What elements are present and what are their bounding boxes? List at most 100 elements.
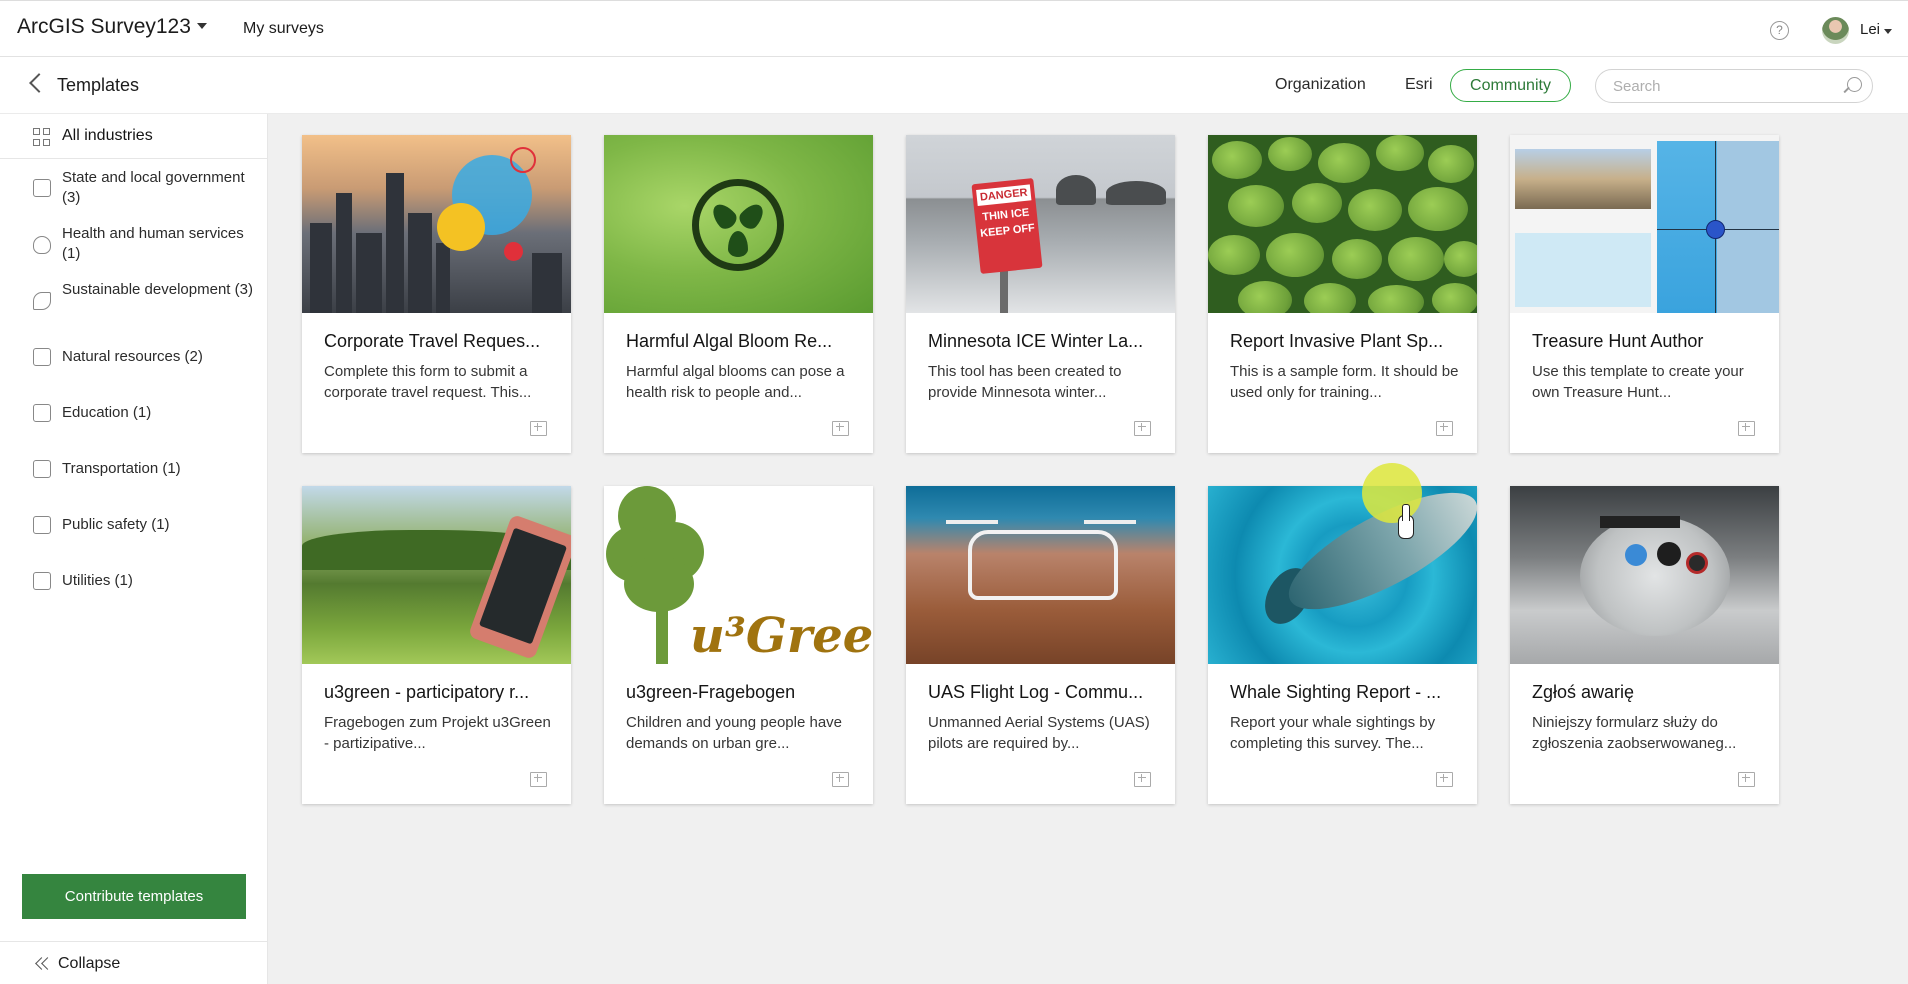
u3green-logo-text: u³Green bbox=[690, 608, 873, 664]
sidebar-item-sustainable-development[interactable]: Sustainable development (3) bbox=[0, 277, 268, 323]
collapse-sidebar-button[interactable]: Collapse bbox=[0, 941, 268, 984]
template-title[interactable]: Corporate Travel Reques... bbox=[324, 331, 554, 352]
mountain-icon bbox=[33, 348, 51, 366]
template-card-corporate-travel[interactable]: Corporate Travel Reques... Complete this… bbox=[302, 135, 571, 453]
template-description: Children and young people have demands o… bbox=[626, 714, 842, 752]
template-description: Use this template to create your own Tre… bbox=[1532, 363, 1744, 401]
template-thumbnail[interactable] bbox=[906, 486, 1175, 664]
template-title[interactable]: u3green-Fragebogen bbox=[626, 682, 856, 703]
filter-esri[interactable]: Esri bbox=[1405, 76, 1433, 94]
template-card-whale-sighting[interactable]: Whale Sighting Report - ... Report your … bbox=[1208, 486, 1477, 804]
page-title: Templates bbox=[57, 75, 140, 95]
template-thumbnail[interactable] bbox=[1208, 135, 1477, 313]
use-template-icon[interactable] bbox=[1738, 421, 1755, 436]
sidebar-item-label: All industries bbox=[62, 127, 153, 144]
user-menu-caret-icon[interactable] bbox=[1884, 29, 1892, 34]
contribute-templates-button[interactable]: Contribute templates bbox=[22, 874, 246, 919]
template-thumbnail[interactable] bbox=[1510, 135, 1779, 313]
template-description: Fragebogen zum Projekt u3Green - partizi… bbox=[324, 714, 551, 752]
industry-sidebar: All industries State and local governmen… bbox=[0, 114, 268, 984]
template-description: This is a sample form. It should be used… bbox=[1230, 363, 1459, 401]
template-thumbnail[interactable] bbox=[1208, 486, 1477, 664]
template-title[interactable]: UAS Flight Log - Commu... bbox=[928, 682, 1158, 703]
template-description: Harmful algal blooms can pose a health r… bbox=[626, 363, 845, 401]
sidebar-item-utilities[interactable]: Utilities (1) bbox=[0, 564, 268, 598]
sign-warning-text: THIN ICE KEEP OFF bbox=[979, 206, 1036, 240]
search-input[interactable] bbox=[1595, 69, 1873, 103]
template-card-zglos-awarie[interactable]: Zgłoś awarię Niniejszy formularz służy d… bbox=[1510, 486, 1779, 804]
sidebar-item-all-industries[interactable]: All industries bbox=[0, 114, 268, 159]
graduation-cap-icon bbox=[33, 404, 51, 422]
avatar[interactable] bbox=[1822, 17, 1849, 44]
template-title[interactable]: Whale Sighting Report - ... bbox=[1230, 682, 1460, 703]
templates-header: Templates Organization Esri Community bbox=[0, 57, 1908, 114]
template-card-uas-flight-log[interactable]: UAS Flight Log - Commu... Unmanned Aeria… bbox=[906, 486, 1175, 804]
cursor-highlight bbox=[1362, 463, 1422, 523]
use-template-icon[interactable] bbox=[530, 421, 547, 436]
use-template-icon[interactable] bbox=[530, 772, 547, 787]
sidebar-item-label: Transportation (1) bbox=[62, 460, 181, 477]
template-description: Complete this form to submit a corporate… bbox=[324, 363, 532, 401]
template-card-minnesota-ice[interactable]: DANGER THIN ICE KEEP OFF Minnesota ICE W… bbox=[906, 135, 1175, 453]
use-template-icon[interactable] bbox=[1134, 772, 1151, 787]
template-title[interactable]: Zgłoś awarię bbox=[1532, 682, 1762, 703]
filter-community[interactable]: Community bbox=[1450, 69, 1571, 102]
template-thumbnail[interactable]: u³Green bbox=[604, 486, 873, 664]
building-icon bbox=[33, 179, 51, 197]
heart-pulse-icon bbox=[33, 236, 51, 254]
template-thumbnail[interactable]: DANGER THIN ICE KEEP OFF bbox=[906, 135, 1175, 313]
template-card-harmful-algal-bloom[interactable]: Harmful Algal Bloom Re... Harmful algal … bbox=[604, 135, 873, 453]
app-switcher-caret-icon[interactable] bbox=[197, 23, 207, 29]
sidebar-item-label: Public safety (1) bbox=[62, 516, 170, 533]
sidebar-item-label: Education (1) bbox=[62, 404, 152, 421]
sidebar-item-health-human-services[interactable]: Health and human services (1) bbox=[0, 221, 268, 267]
template-card-invasive-plant[interactable]: Report Invasive Plant Sp... This is a sa… bbox=[1208, 135, 1477, 453]
sidebar-item-label: Health and human services (1) bbox=[62, 225, 244, 262]
template-thumbnail[interactable] bbox=[1510, 486, 1779, 664]
utility-plant-icon bbox=[33, 572, 51, 590]
my-surveys-link[interactable]: My surveys bbox=[243, 20, 324, 38]
template-card-u3green-fragebogen[interactable]: u³Green u3green-Fragebogen Children and … bbox=[604, 486, 873, 804]
template-thumbnail[interactable] bbox=[604, 135, 873, 313]
sign-danger-text: DANGER bbox=[976, 184, 1032, 206]
template-description: Niniejszy formularz służy do zgłoszenia … bbox=[1532, 714, 1737, 752]
top-bar: ArcGIS Survey123 My surveys ? Lei bbox=[0, 0, 1908, 57]
app-title[interactable]: ArcGIS Survey123 bbox=[17, 15, 191, 39]
use-template-icon[interactable] bbox=[1436, 772, 1453, 787]
sidebar-item-label: Natural resources (2) bbox=[62, 348, 203, 365]
collapse-label: Collapse bbox=[58, 955, 121, 972]
sidebar-item-transportation[interactable]: Transportation (1) bbox=[0, 452, 268, 486]
sidebar-item-education[interactable]: Education (1) bbox=[0, 396, 268, 430]
search-icon[interactable] bbox=[1847, 77, 1862, 92]
template-description: Report your whale sightings by completin… bbox=[1230, 714, 1436, 752]
template-thumbnail[interactable] bbox=[302, 135, 571, 313]
template-description: Unmanned Aerial Systems (UAS) pilots are… bbox=[928, 714, 1150, 752]
back-arrow-icon[interactable] bbox=[29, 73, 49, 93]
help-icon[interactable]: ? bbox=[1770, 21, 1789, 40]
sidebar-item-natural-resources[interactable]: Natural resources (2) bbox=[0, 340, 268, 374]
sidebar-item-state-local-government[interactable]: State and local government (3) bbox=[0, 164, 268, 212]
use-template-icon[interactable] bbox=[1134, 421, 1151, 436]
truck-icon bbox=[33, 460, 51, 478]
sidebar-item-label: State and local government (3) bbox=[62, 169, 245, 206]
use-template-icon[interactable] bbox=[832, 772, 849, 787]
template-card-u3green-participatory[interactable]: u3green - participatory r... Fragebogen … bbox=[302, 486, 571, 804]
template-title[interactable]: Minnesota ICE Winter La... bbox=[928, 331, 1158, 352]
use-template-icon[interactable] bbox=[832, 421, 849, 436]
use-template-icon[interactable] bbox=[1436, 421, 1453, 436]
filter-organization[interactable]: Organization bbox=[1275, 76, 1366, 94]
use-template-icon[interactable] bbox=[1738, 772, 1755, 787]
template-card-treasure-hunt[interactable]: Treasure Hunt Author Use this template t… bbox=[1510, 135, 1779, 453]
double-chevron-left-icon bbox=[35, 957, 51, 971]
sidebar-item-label: Utilities (1) bbox=[62, 572, 133, 589]
template-thumbnail[interactable] bbox=[302, 486, 571, 664]
template-title[interactable]: Treasure Hunt Author bbox=[1532, 331, 1762, 352]
template-title[interactable]: u3green - participatory r... bbox=[324, 682, 554, 703]
user-name[interactable]: Lei bbox=[1860, 21, 1880, 38]
template-description: This tool has been created to provide Mi… bbox=[928, 363, 1122, 401]
template-title[interactable]: Harmful Algal Bloom Re... bbox=[626, 331, 856, 352]
hand-cursor-icon bbox=[1398, 504, 1414, 539]
sidebar-item-label: Sustainable development (3) bbox=[62, 281, 253, 298]
sidebar-item-public-safety[interactable]: Public safety (1) bbox=[0, 508, 268, 542]
template-title[interactable]: Report Invasive Plant Sp... bbox=[1230, 331, 1460, 352]
